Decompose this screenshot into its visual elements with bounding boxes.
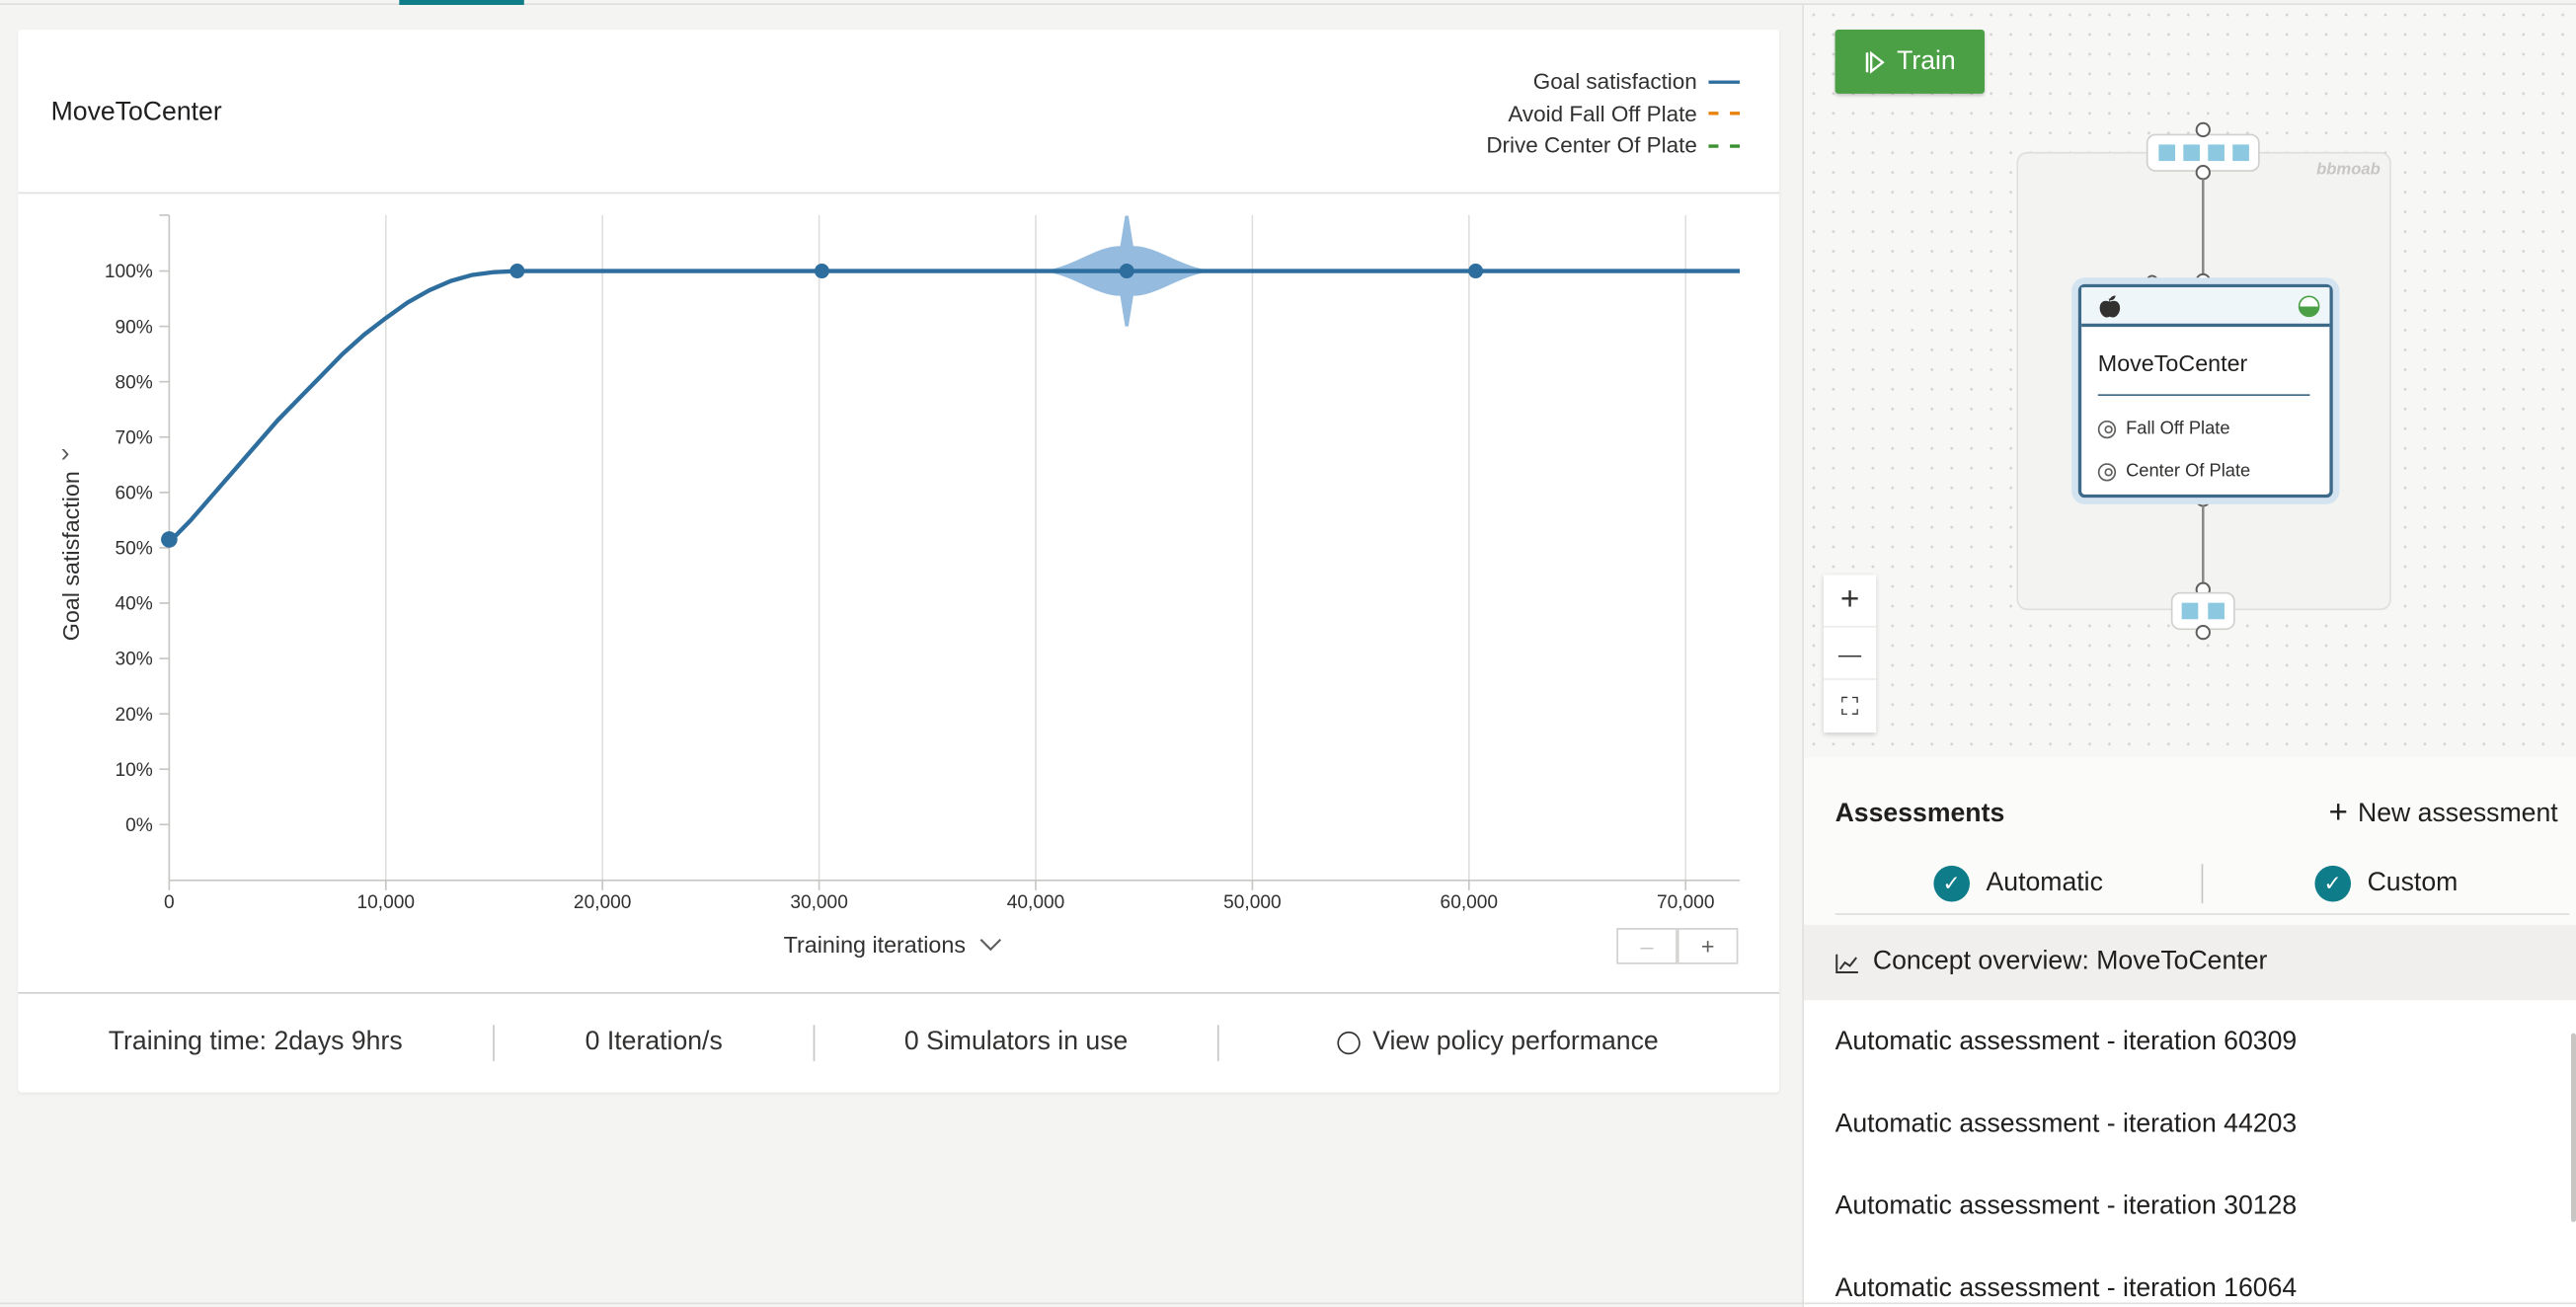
goal-item: Fall Off Plate: [2097, 419, 2230, 439]
concept-overview-label: Concept overview: MoveToCenter: [1872, 948, 2268, 976]
x-tick-label: 70,000: [1657, 892, 1715, 913]
input-port: [2208, 144, 2225, 162]
y-tick-label: 0%: [125, 815, 153, 836]
concept-node-move-to-center[interactable]: 🍎︎ MoveToCenter Fall Off Plate Center Of…: [2077, 283, 2333, 499]
assessment-list: Automatic assessment - iteration 60309 A…: [1803, 1000, 2576, 1307]
y-tick-label: 100%: [105, 262, 153, 282]
connector-dot: [2195, 624, 2211, 641]
y-axis-toggle-chevron-icon[interactable]: ›: [61, 440, 70, 470]
zoom-out-icon[interactable]: —: [1823, 628, 1877, 680]
training-chart-card: MoveToCenter Goal satisfaction Avoid Fal…: [18, 29, 1780, 1093]
output-port: [2181, 602, 2199, 620]
fit-to-screen-icon[interactable]: ⛶: [1824, 680, 1876, 732]
x-axis-label: Training iterations: [783, 931, 966, 959]
active-tab-indicator: [399, 0, 524, 5]
right-panel: bbmoab 🍎︎ MoveToCenter Fall Off Plate Ce…: [1802, 4, 2576, 1307]
train-button[interactable]: Train: [1834, 29, 1985, 94]
filter-automatic[interactable]: ✓ Automatic: [1835, 865, 2202, 902]
assessments-title: Assessments: [1834, 799, 2005, 827]
view-policy-performance-toggle[interactable]: View policy performance: [1219, 1029, 1778, 1058]
y-tick-label: 20%: [115, 705, 152, 726]
assessment-item[interactable]: Automatic assessment - iteration 16064: [1804, 1250, 2576, 1307]
train-label: Train: [1897, 46, 1956, 75]
x-tick-label: 10,000: [357, 892, 416, 913]
y-tick-label: 50%: [115, 539, 152, 560]
radio-icon: [1338, 1031, 1362, 1055]
input-port: [2232, 144, 2249, 162]
checkmark-icon: ✓: [1933, 865, 1970, 902]
assessment-marker: [509, 264, 525, 279]
output-node: [2170, 591, 2235, 631]
play-icon: [1865, 49, 1884, 73]
chart-zoom-out-button[interactable]: –: [1616, 928, 1678, 964]
filter-custom[interactable]: ✓ Custom: [2203, 865, 2569, 902]
brain-name-label: bbmoab: [2316, 161, 2381, 180]
assessment-item[interactable]: Automatic assessment - iteration 30128: [1804, 1168, 2576, 1247]
y-axis-title: Goal satisfaction: [58, 471, 84, 641]
new-assessment-button[interactable]: + New assessment: [2329, 795, 2558, 832]
bottom-border: [0, 1302, 2576, 1305]
x-tick-label: 50,000: [1223, 892, 1282, 913]
y-tick-label: 10%: [115, 760, 152, 781]
connector-dot: [2195, 121, 2211, 138]
x-tick-label: 20,000: [574, 892, 632, 913]
goal-item: Center Of Plate: [2097, 461, 2251, 482]
zoom-in-icon[interactable]: +: [1823, 575, 1877, 628]
goal-label: Fall Off Plate: [2126, 419, 2230, 439]
output-port: [2208, 602, 2225, 620]
y-tick-label: 60%: [115, 483, 152, 503]
training-status-icon: [2298, 295, 2320, 318]
assessment-marker: [1119, 264, 1134, 279]
assessment-item[interactable]: Automatic assessment - iteration 60309: [1804, 1004, 2576, 1083]
connector-dot: [2195, 165, 2211, 181]
x-tick-label: 60,000: [1441, 892, 1499, 913]
iterations-rate-stat: 0 Iteration/s: [585, 1028, 723, 1056]
goal-icon: [2097, 462, 2117, 481]
y-tick-label: 70%: [115, 427, 152, 448]
y-tick-label: 40%: [115, 594, 152, 615]
goal-satisfaction-chart: 0% 10% 20% 30% 40% 50% 60% 70% 80% 90% 100% 0 10,000…: [58, 214, 1741, 913]
view-policy-label: View policy performance: [1372, 1028, 1659, 1056]
assessment-item[interactable]: Automatic assessment - iteration 44203: [1804, 1086, 2576, 1165]
input-port: [2183, 144, 2200, 162]
concept-overview-item[interactable]: Concept overview: MoveToCenter: [1803, 924, 2576, 1001]
x-tick-label: 0: [164, 892, 175, 913]
y-tick-label: 80%: [115, 372, 152, 393]
concept-node-divider: [2097, 394, 2310, 396]
line-chart-icon: [1835, 953, 1858, 973]
assessment-marker: [161, 531, 178, 548]
assessment-list-scrollbar[interactable]: [2571, 1033, 2576, 1222]
filter-label: Automatic: [1986, 869, 2103, 897]
goal-icon: [2097, 420, 2117, 438]
y-tick-label: 30%: [115, 650, 152, 670]
chart-zoom-in-button[interactable]: +: [1677, 928, 1739, 964]
brain-graph-canvas[interactable]: bbmoab 🍎︎ MoveToCenter Fall Off Plate Ce…: [1803, 4, 2576, 758]
goal-label: Center Of Plate: [2126, 461, 2251, 482]
assessment-marker: [1468, 264, 1484, 279]
concept-node-header: 🍎︎: [2081, 287, 2330, 328]
chevron-down-icon: [979, 938, 1001, 952]
x-tick-label: 30,000: [790, 892, 848, 913]
apple-icon: 🍎︎: [2096, 293, 2124, 319]
concept-node-title: MoveToCenter: [2097, 349, 2248, 377]
graph-zoom-controls: + — ⛶: [1823, 575, 1877, 733]
new-assessment-label: New assessment: [2357, 799, 2558, 827]
training-time-stat: Training time: 2days 9hrs: [108, 1028, 403, 1056]
chart-zoom-controls: – +: [1616, 928, 1739, 964]
filter-label: Custom: [2367, 869, 2459, 897]
series-line-goal-satisfaction: [167, 269, 1741, 544]
x-axis-selector[interactable]: Training iterations: [784, 931, 1002, 958]
app-root: MoveToCenter Goal satisfaction Avoid Fal…: [0, 0, 2576, 1307]
x-tick-label: 40,000: [1007, 892, 1065, 913]
assessments-header: Assessments + New assessment: [1835, 795, 2558, 832]
y-tick-label: 90%: [115, 317, 152, 338]
input-port: [2158, 144, 2176, 162]
assessment-marker: [814, 264, 829, 279]
training-stats-bar: Training time: 2days 9hrs 0 Iteration/s …: [18, 994, 1779, 1093]
simulators-stat: 0 Simulators in use: [903, 1028, 1129, 1056]
assessment-type-filters: ✓ Automatic ✓ Custom: [1834, 854, 2570, 915]
checkmark-icon: ✓: [2314, 865, 2351, 902]
plus-icon: +: [2328, 795, 2348, 831]
